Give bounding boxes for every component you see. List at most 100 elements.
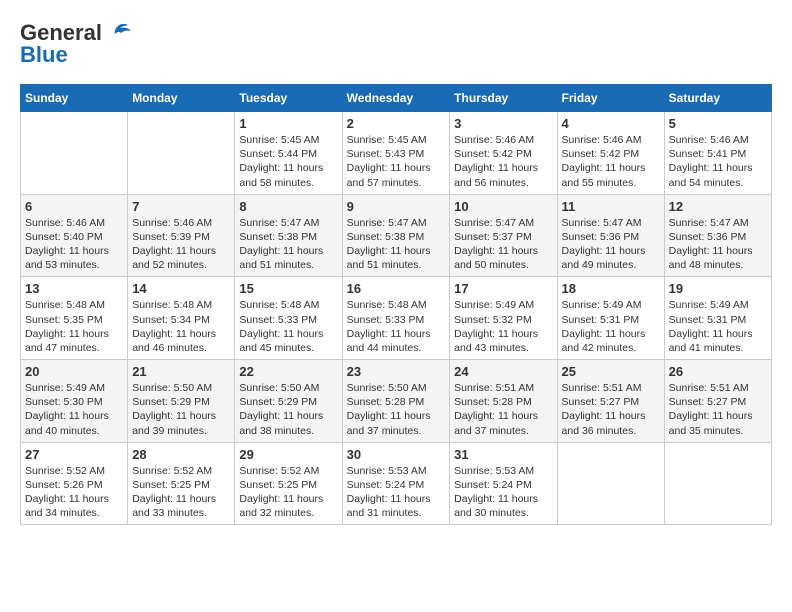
cell-info: Sunrise: 5:48 AMSunset: 5:34 PMDaylight:… (132, 298, 230, 355)
weekday-sunday: Sunday (21, 85, 128, 112)
calendar-week-3: 13Sunrise: 5:48 AMSunset: 5:35 PMDayligh… (21, 277, 772, 360)
day-number: 19 (669, 281, 767, 296)
cell-info: Sunrise: 5:52 AMSunset: 5:25 PMDaylight:… (239, 464, 337, 521)
day-number: 29 (239, 447, 337, 462)
day-number: 4 (562, 116, 660, 131)
calendar-cell: 19 Sunrise: 5:49 AMSunset: 5:31 PMDayligh… (664, 277, 771, 360)
day-number: 3 (454, 116, 552, 131)
calendar-cell: 24Sunrise: 5:51 AMSunset: 5:28 PMDayligh… (450, 360, 557, 443)
weekday-monday: Monday (128, 85, 235, 112)
cell-info: Sunrise: 5:46 AMSunset: 5:40 PMDaylight:… (25, 216, 123, 273)
calendar-cell: 26 Sunrise: 5:51 AMSunset: 5:27 PMDayligh… (664, 360, 771, 443)
calendar-cell: 23Sunrise: 5:50 AMSunset: 5:28 PMDayligh… (342, 360, 450, 443)
calendar-week-4: 20 Sunrise: 5:49 AMSunset: 5:30 PMDayligh… (21, 360, 772, 443)
day-number: 28 (132, 447, 230, 462)
calendar-cell: 17 Sunrise: 5:49 AMSunset: 5:32 PMDayligh… (450, 277, 557, 360)
day-number: 6 (25, 199, 123, 214)
calendar-cell: 9Sunrise: 5:47 AMSunset: 5:38 PMDaylight… (342, 194, 450, 277)
calendar-cell: 2Sunrise: 5:45 AMSunset: 5:43 PMDaylight… (342, 112, 450, 195)
cell-info: Sunrise: 5:47 AMSunset: 5:36 PMDaylight:… (669, 216, 767, 273)
cell-info: Sunrise: 5:52 AMSunset: 5:25 PMDaylight:… (132, 464, 230, 521)
calendar-cell: 25Sunrise: 5:51 AMSunset: 5:27 PMDayligh… (557, 360, 664, 443)
weekday-saturday: Saturday (664, 85, 771, 112)
day-number: 13 (25, 281, 123, 296)
day-number: 30 (347, 447, 446, 462)
cell-info: Sunrise: 5:49 AMSunset: 5:31 PMDaylight:… (562, 298, 660, 355)
day-number: 15 (239, 281, 337, 296)
day-number: 14 (132, 281, 230, 296)
calendar-cell: 7 Sunrise: 5:46 AMSunset: 5:39 PMDaylight… (128, 194, 235, 277)
cell-info: Sunrise: 5:48 AMSunset: 5:33 PMDaylight:… (239, 298, 337, 355)
day-number: 10 (454, 199, 552, 214)
cell-info: Sunrise: 5:46 AMSunset: 5:41 PMDaylight:… (669, 133, 767, 190)
cell-info: Sunrise: 5:46 AMSunset: 5:42 PMDaylight:… (454, 133, 552, 190)
cell-info: Sunrise: 5:47 AMSunset: 5:37 PMDaylight:… (454, 216, 552, 273)
calendar-cell: 1 Sunrise: 5:45 AMSunset: 5:44 PMDaylight… (235, 112, 342, 195)
weekday-header-row: SundayMondayTuesdayWednesdayThursdayFrid… (21, 85, 772, 112)
calendar-cell: 22Sunrise: 5:50 AMSunset: 5:29 PMDayligh… (235, 360, 342, 443)
calendar-cell: 5 Sunrise: 5:46 AMSunset: 5:41 PMDaylight… (664, 112, 771, 195)
weekday-tuesday: Tuesday (235, 85, 342, 112)
cell-info: Sunrise: 5:46 AMSunset: 5:39 PMDaylight:… (132, 216, 230, 273)
cell-info: Sunrise: 5:51 AMSunset: 5:28 PMDaylight:… (454, 381, 552, 438)
day-number: 1 (239, 116, 337, 131)
day-number: 26 (669, 364, 767, 379)
calendar-cell: 31 Sunrise: 5:53 AMSunset: 5:24 PMDayligh… (450, 442, 557, 525)
calendar-cell (557, 442, 664, 525)
day-number: 16 (347, 281, 446, 296)
day-number: 17 (454, 281, 552, 296)
day-number: 5 (669, 116, 767, 131)
calendar-cell: 18 Sunrise: 5:49 AMSunset: 5:31 PMDayligh… (557, 277, 664, 360)
day-number: 18 (562, 281, 660, 296)
day-number: 12 (669, 199, 767, 214)
calendar-cell: 29 Sunrise: 5:52 AMSunset: 5:25 PMDayligh… (235, 442, 342, 525)
calendar-week-5: 27Sunrise: 5:52 AMSunset: 5:26 PMDayligh… (21, 442, 772, 525)
calendar-cell (128, 112, 235, 195)
calendar-cell: 13Sunrise: 5:48 AMSunset: 5:35 PMDayligh… (21, 277, 128, 360)
weekday-friday: Friday (557, 85, 664, 112)
day-number: 11 (562, 199, 660, 214)
cell-info: Sunrise: 5:49 AMSunset: 5:32 PMDaylight:… (454, 298, 552, 355)
cell-info: Sunrise: 5:53 AMSunset: 5:24 PMDaylight:… (347, 464, 446, 521)
logo-blue: Blue (20, 42, 68, 68)
logo: General Blue (20, 20, 132, 68)
day-number: 21 (132, 364, 230, 379)
cell-info: Sunrise: 5:53 AMSunset: 5:24 PMDaylight:… (454, 464, 552, 521)
calendar-cell (21, 112, 128, 195)
day-number: 7 (132, 199, 230, 214)
calendar-cell: 8Sunrise: 5:47 AMSunset: 5:38 PMDaylight… (235, 194, 342, 277)
calendar-cell: 10 Sunrise: 5:47 AMSunset: 5:37 PMDayligh… (450, 194, 557, 277)
weekday-thursday: Thursday (450, 85, 557, 112)
calendar-week-1: 1 Sunrise: 5:45 AMSunset: 5:44 PMDaylight… (21, 112, 772, 195)
cell-info: Sunrise: 5:50 AMSunset: 5:29 PMDaylight:… (132, 381, 230, 438)
calendar-cell: 27Sunrise: 5:52 AMSunset: 5:26 PMDayligh… (21, 442, 128, 525)
calendar-header: SundayMondayTuesdayWednesdayThursdayFrid… (21, 85, 772, 112)
calendar-cell: 4 Sunrise: 5:46 AMSunset: 5:42 PMDaylight… (557, 112, 664, 195)
day-number: 23 (347, 364, 446, 379)
calendar-cell (664, 442, 771, 525)
cell-info: Sunrise: 5:50 AMSunset: 5:29 PMDaylight:… (239, 381, 337, 438)
cell-info: Sunrise: 5:46 AMSunset: 5:42 PMDaylight:… (562, 133, 660, 190)
calendar-cell: 30 Sunrise: 5:53 AMSunset: 5:24 PMDayligh… (342, 442, 450, 525)
calendar-cell: 15 Sunrise: 5:48 AMSunset: 5:33 PMDayligh… (235, 277, 342, 360)
day-number: 2 (347, 116, 446, 131)
cell-info: Sunrise: 5:45 AMSunset: 5:44 PMDaylight:… (239, 133, 337, 190)
cell-info: Sunrise: 5:47 AMSunset: 5:38 PMDaylight:… (347, 216, 446, 273)
calendar-cell: 21 Sunrise: 5:50 AMSunset: 5:29 PMDayligh… (128, 360, 235, 443)
calendar-cell: 11 Sunrise: 5:47 AMSunset: 5:36 PMDayligh… (557, 194, 664, 277)
cell-info: Sunrise: 5:48 AMSunset: 5:33 PMDaylight:… (347, 298, 446, 355)
weekday-wednesday: Wednesday (342, 85, 450, 112)
cell-info: Sunrise: 5:49 AMSunset: 5:31 PMDaylight:… (669, 298, 767, 355)
calendar-body: 1 Sunrise: 5:45 AMSunset: 5:44 PMDaylight… (21, 112, 772, 525)
day-number: 25 (562, 364, 660, 379)
day-number: 20 (25, 364, 123, 379)
cell-info: Sunrise: 5:51 AMSunset: 5:27 PMDaylight:… (669, 381, 767, 438)
cell-info: Sunrise: 5:47 AMSunset: 5:36 PMDaylight:… (562, 216, 660, 273)
calendar-cell: 14 Sunrise: 5:48 AMSunset: 5:34 PMDayligh… (128, 277, 235, 360)
calendar-week-2: 6 Sunrise: 5:46 AMSunset: 5:40 PMDaylight… (21, 194, 772, 277)
logo-bird-icon (104, 22, 132, 44)
calendar-cell: 3 Sunrise: 5:46 AMSunset: 5:42 PMDaylight… (450, 112, 557, 195)
page-header: General Blue (20, 20, 772, 68)
cell-info: Sunrise: 5:49 AMSunset: 5:30 PMDaylight:… (25, 381, 123, 438)
day-number: 31 (454, 447, 552, 462)
